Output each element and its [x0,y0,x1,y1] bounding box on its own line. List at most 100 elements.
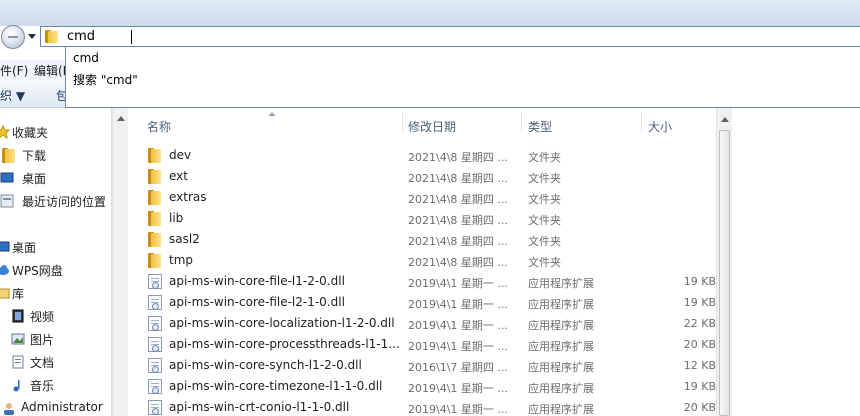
folder-row[interactable]: lib 2021\4\8 星期四 ... 文件夹 [128,208,716,229]
file-name: api-ms-win-core-localization-l1-2-0.dll [169,316,395,330]
scroll-up-icon[interactable] [117,116,125,121]
dll-file-icon [148,358,162,373]
file-date: 2019\4\1 星期一 ... [408,298,508,311]
file-size: 20 KB [683,338,716,351]
desktop-icon [0,241,10,252]
folder-icon [148,232,162,247]
dll-file-icon [148,337,162,352]
file-type: 应用程序扩展 [528,361,594,374]
folder-icon [148,253,162,268]
file-type: 应用程序扩展 [528,277,594,290]
desktop-icon [0,172,14,183]
star-icon [0,125,10,139]
file-row[interactable]: api-ms-win-core-localization-l1-2-0.dll 2… [128,313,716,334]
file-size: 19 KB [683,380,716,393]
address-input[interactable]: cmd [67,29,95,44]
column-header-name[interactable]: 名称 [128,108,400,134]
file-date: 2019\4\1 星期一 ... [408,277,508,290]
column-header-date[interactable]: 修改日期 [403,108,521,134]
folder-icon [148,190,162,205]
file-type: 应用程序扩展 [528,382,594,395]
file-type: 文件夹 [528,172,561,185]
file-type: 应用程序扩展 [528,319,594,332]
organize-button[interactable]: 织 ▼ [0,87,25,104]
column-header-label: 大小 [648,120,673,134]
sort-ascending-icon [268,112,276,116]
recent-places-icon [0,194,14,208]
folder-icon [148,211,162,226]
file-name: dev [169,148,192,162]
nav-item-label: 库 [12,287,25,301]
file-name: tmp [169,253,194,267]
back-button[interactable] [1,25,25,49]
file-type: 文件夹 [528,214,561,227]
nav-item-label: 桌面 [12,241,37,255]
search-suggestion-item[interactable]: 搜索 "cmd" [73,71,138,88]
cloud-icon [0,265,9,275]
nav-item-label: 图片 [30,333,55,347]
dll-file-icon [148,316,162,331]
file-name: api-ms-win-core-synch-l1-2-0.dll [169,358,362,372]
file-date: 2021\4\8 星期四 ... [408,235,508,248]
folder-row[interactable]: sasl2 2021\4\8 星期四 ... 文件夹 [128,229,716,250]
dll-file-icon [148,400,162,415]
file-date: 2016\1\7 星期四 ... [408,361,508,374]
folder-icon [148,169,162,184]
file-name: lib [169,211,184,225]
file-row[interactable]: api-ms-win-core-timezone-l1-1-0.dll 2019\… [128,376,716,397]
file-date: 2021\4\8 星期四 ... [408,151,508,164]
file-size: 19 KB [683,296,716,309]
file-date: 2021\4\8 星期四 ... [408,193,508,206]
nav-item-label: 最近访问的位置 [22,195,107,209]
folder-row[interactable]: ext 2021\4\8 星期四 ... 文件夹 [128,166,716,187]
scrollbar-thumb[interactable] [719,130,730,416]
nav-item-label: 音乐 [30,379,55,393]
dll-file-icon [148,274,162,289]
folder-icon [148,148,162,163]
scroll-up-icon[interactable] [721,117,729,122]
dll-file-icon [148,295,162,310]
file-date: 2021\4\8 星期四 ... [408,256,508,269]
navigation-scrollbar[interactable] [112,108,128,416]
file-date: 2021\4\8 星期四 ... [408,172,508,185]
file-size: 22 KB [683,317,716,330]
file-date: 2019\4\1 星期一 ... [408,340,508,353]
folder-row[interactable]: extras 2021\4\8 星期四 ... 文件夹 [128,187,716,208]
file-list-scrollbar[interactable] [716,108,732,416]
file-name: ext [169,169,188,183]
video-icon [12,309,24,323]
history-dropdown-icon[interactable] [28,34,36,39]
file-type: 文件夹 [528,151,561,164]
folder-row[interactable]: dev 2021\4\8 星期四 ... 文件夹 [128,145,716,166]
menu-file[interactable]: 件(F) [0,62,28,79]
column-header-type[interactable]: 类型 [522,108,640,134]
file-date: 2019\4\1 星期一 ... [408,319,508,332]
column-header-label: 类型 [528,120,553,134]
nav-item-label: 桌面 [22,172,47,186]
file-date: 2019\4\1 星期一 ... [408,382,508,395]
folder-row[interactable]: tmp 2021\4\8 星期四 ... 文件夹 [128,250,716,271]
file-date: 2019\4\1 星期一 ... [408,403,508,416]
autocomplete-dropdown: cmd 搜索 "cmd" [65,46,860,108]
file-date: 2021\4\8 星期四 ... [408,214,508,227]
address-bar[interactable]: cmd [40,26,860,47]
music-icon [13,380,20,392]
file-row[interactable]: api-ms-win-core-synch-l1-2-0.dll 2016\1\7… [128,355,716,376]
file-name: sasl2 [169,232,200,246]
suggestion-item[interactable]: cmd [73,51,99,65]
file-type: 文件夹 [528,256,561,269]
nav-item-label: WPS网盘 [12,264,63,278]
file-row[interactable]: api-ms-win-core-file-l2-1-0.dll 2019\4\1 … [128,292,716,313]
nav-item-label: Administrator [21,400,103,414]
file-type: 应用程序扩展 [528,298,594,311]
file-row[interactable]: api-ms-win-crt-conio-l1-1-0.dll 2019\4\1 … [128,397,716,416]
file-size: 12 KB [683,359,716,372]
file-row[interactable]: api-ms-win-core-file-l1-2-0.dll 2019\4\1 … [128,271,716,292]
file-name: api-ms-win-core-processthreads-l1-1... [169,337,400,351]
file-row[interactable]: api-ms-win-core-processthreads-l1-1... 20… [128,334,716,355]
column-header-size[interactable]: 大小 [642,108,716,134]
text-caret [131,30,132,44]
file-list: 名称 修改日期 类型 大小 dev 2021\4\8 星期四 ... 文件夹 ext 2… [128,108,860,416]
nav-item-label: 下载 [22,149,47,163]
file-size: 20 KB [683,401,716,414]
